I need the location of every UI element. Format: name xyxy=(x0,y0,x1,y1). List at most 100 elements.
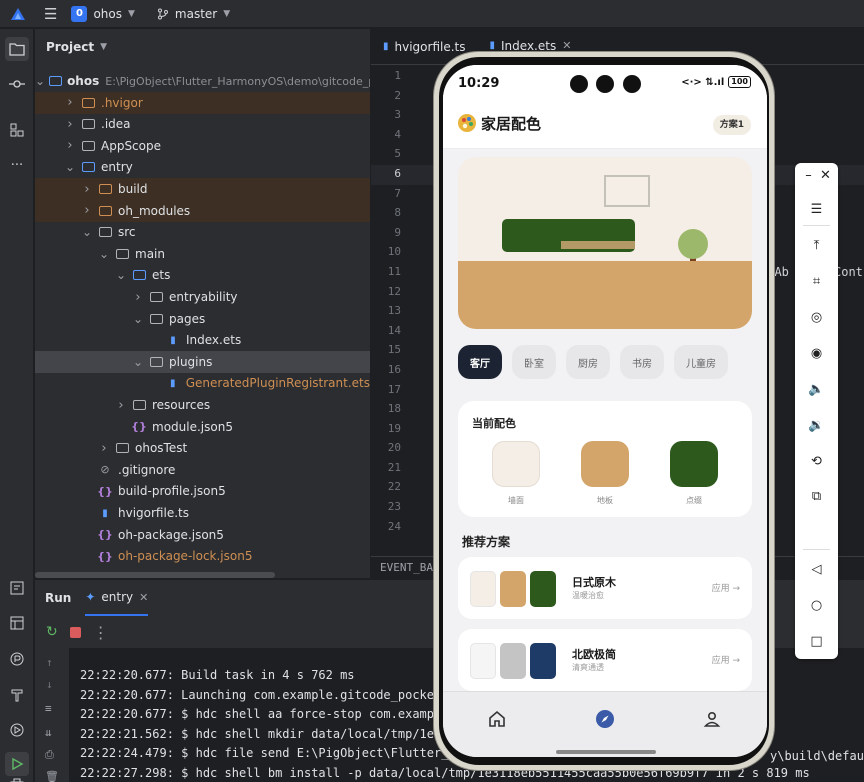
tree-item[interactable]: ⌄ ets xyxy=(35,264,370,286)
scroll-up-icon[interactable]: ↑ xyxy=(46,656,53,669)
back-icon[interactable]: ◁ xyxy=(806,559,827,580)
divider xyxy=(803,225,830,226)
compass-icon[interactable] xyxy=(594,708,616,730)
chevron-right-icon[interactable]: › xyxy=(64,95,76,110)
menu-icon[interactable]: ☰ xyxy=(806,199,827,220)
room-tab[interactable]: 儿童房 xyxy=(674,345,728,379)
chevron-down-icon[interactable]: ⌄ xyxy=(132,356,144,368)
home-icon[interactable] xyxy=(486,708,508,730)
room-tab[interactable]: 卧室 xyxy=(512,345,556,379)
project-view-icon[interactable] xyxy=(5,37,29,61)
room-tab[interactable]: 客厅 xyxy=(458,345,502,379)
profiler-icon[interactable] xyxy=(5,647,29,671)
scroll-to-end-icon[interactable]: ⇊ xyxy=(45,726,52,739)
chevron-down-icon[interactable]: ⌄ xyxy=(35,75,45,87)
tree-item-label: AppScope xyxy=(101,138,161,153)
color-swatch[interactable] xyxy=(581,441,629,487)
horizontal-scrollbar[interactable] xyxy=(35,572,275,578)
chevron-right-icon[interactable]: › xyxy=(64,117,76,132)
tree-item[interactable]: › oh_modules xyxy=(35,199,370,222)
home-indicator[interactable] xyxy=(556,750,656,754)
terminal-icon[interactable] xyxy=(5,576,29,600)
stop-icon[interactable] xyxy=(69,626,81,638)
commit-icon[interactable] xyxy=(5,72,29,96)
tree-item[interactable]: ⌄ src xyxy=(35,221,370,243)
project-panel-header[interactable]: Project ▼ xyxy=(35,29,370,65)
chevron-right-icon[interactable]: › xyxy=(64,138,76,153)
tree-item[interactable]: {} module.json5 xyxy=(35,416,370,438)
screenshot-crop-icon[interactable]: ⌗ xyxy=(806,271,827,292)
recents-icon[interactable]: □ xyxy=(806,631,827,652)
apply-button[interactable]: 应用 → xyxy=(712,581,740,594)
tree-item[interactable]: ⊘ .gitignore xyxy=(35,459,370,481)
tree-item[interactable]: › .hvigor xyxy=(35,91,370,114)
tree-item[interactable]: ⌄ entry xyxy=(35,156,370,178)
chevron-down-icon[interactable]: ⌄ xyxy=(98,248,110,260)
scheme-card[interactable]: 北欧极简 清爽通透 应用 → xyxy=(458,629,752,691)
apply-button[interactable]: 应用 → xyxy=(712,653,740,666)
pin-top-icon[interactable]: ⤒ xyxy=(806,235,827,256)
chevron-right-icon[interactable]: › xyxy=(132,290,144,305)
tree-item[interactable]: ⌄ plugins xyxy=(35,350,370,373)
log-icon[interactable] xyxy=(5,611,29,635)
tree-item[interactable]: › resources xyxy=(35,394,370,416)
tree-item[interactable]: ▮ GeneratedPluginRegistrant.ets xyxy=(35,372,370,394)
current-palette-title: 当前配色 xyxy=(472,417,516,430)
chevron-right-icon[interactable]: › xyxy=(81,203,93,218)
main-menu-icon[interactable]: ☰ xyxy=(44,5,57,23)
chevron-down-icon[interactable]: ⌄ xyxy=(115,269,127,281)
color-swatch[interactable] xyxy=(670,441,718,487)
phone-screen: 10:29 <·> ⇅.ıl 100 家居配色 方案1 客厅 卧室 厨房 书房 儿童房 xyxy=(443,65,767,757)
volume-up-icon[interactable]: 🔈 xyxy=(806,379,827,400)
volume-down-icon[interactable]: 🔉 xyxy=(806,415,827,436)
debug-icon[interactable] xyxy=(5,718,29,742)
close-tab-icon[interactable]: ✕ xyxy=(139,591,148,604)
home-button-icon[interactable]: ○ xyxy=(806,595,827,616)
room-tab[interactable]: 厨房 xyxy=(566,345,610,379)
chevron-right-icon[interactable]: › xyxy=(81,182,93,197)
person-icon[interactable] xyxy=(701,708,723,730)
multi-device-icon[interactable]: ⧉ xyxy=(806,486,827,507)
tree-item[interactable]: ▮ Index.ets xyxy=(35,329,370,351)
tree-item[interactable]: {} build-profile.json5 xyxy=(35,480,370,502)
chevron-down-icon[interactable]: ⌄ xyxy=(64,161,76,173)
structure-icon[interactable] xyxy=(5,118,29,142)
run-config-tab[interactable]: ✦ entry ✕ xyxy=(85,580,149,616)
scroll-down-icon[interactable]: ↓ xyxy=(46,678,53,691)
soft-wrap-icon[interactable]: ≡ xyxy=(45,702,52,715)
tree-item[interactable]: › .idea xyxy=(35,113,370,135)
chevron-right-icon[interactable]: › xyxy=(98,441,110,456)
project-selector[interactable]: 0 ohos ▼ xyxy=(71,5,135,22)
room-tab[interactable]: 书房 xyxy=(620,345,664,379)
branch-selector[interactable]: master ▼ xyxy=(157,7,230,21)
clear-icon[interactable]: 🗑 xyxy=(45,770,59,782)
more-options-icon[interactable]: ⋮ xyxy=(93,623,109,642)
tree-item[interactable]: {} oh-package.json5 xyxy=(35,524,370,546)
tree-item[interactable]: {} oh-package-lock.json5 xyxy=(35,545,370,567)
tree-item[interactable]: › entryability xyxy=(35,286,370,308)
tree-item[interactable]: ⌄ main xyxy=(35,243,370,265)
line-number: 3 xyxy=(394,108,401,122)
more-icon[interactable]: ··· xyxy=(5,153,29,177)
printer-icon[interactable] xyxy=(5,772,29,782)
rotate-device-icon[interactable]: ⟲ xyxy=(806,451,827,472)
scheme-button[interactable]: 方案1 xyxy=(712,115,751,135)
record-icon[interactable]: ◉ xyxy=(806,343,827,364)
color-swatch[interactable] xyxy=(492,441,540,487)
chevron-down-icon[interactable]: ⌄ xyxy=(81,226,93,238)
build-icon[interactable] xyxy=(5,683,29,707)
chevron-down-icon[interactable]: ⌄ xyxy=(132,313,144,325)
close-icon[interactable]: ✕ xyxy=(815,165,836,186)
tree-item[interactable]: ⌄ ohos E:\PigObject\Flutter_HarmonyOS\demo… xyxy=(35,70,370,92)
scheme-card[interactable]: 日式原木 温暖治愈 应用 → xyxy=(458,557,752,619)
tree-item[interactable]: ⌄ pages xyxy=(35,308,370,330)
print-icon[interactable]: ⎙ xyxy=(45,748,54,762)
tree-item[interactable]: › AppScope xyxy=(35,135,370,157)
close-tab-icon[interactable]: ✕ xyxy=(562,39,571,52)
tree-item[interactable]: › build xyxy=(35,178,370,200)
tree-item[interactable]: › ohosTest xyxy=(35,437,370,459)
rotate-icon[interactable]: ◎ xyxy=(806,307,827,328)
tree-item[interactable]: ▮ hvigorfile.ts xyxy=(35,502,370,524)
chevron-right-icon[interactable]: › xyxy=(115,398,127,413)
rerun-icon[interactable]: ↻ xyxy=(46,624,58,640)
